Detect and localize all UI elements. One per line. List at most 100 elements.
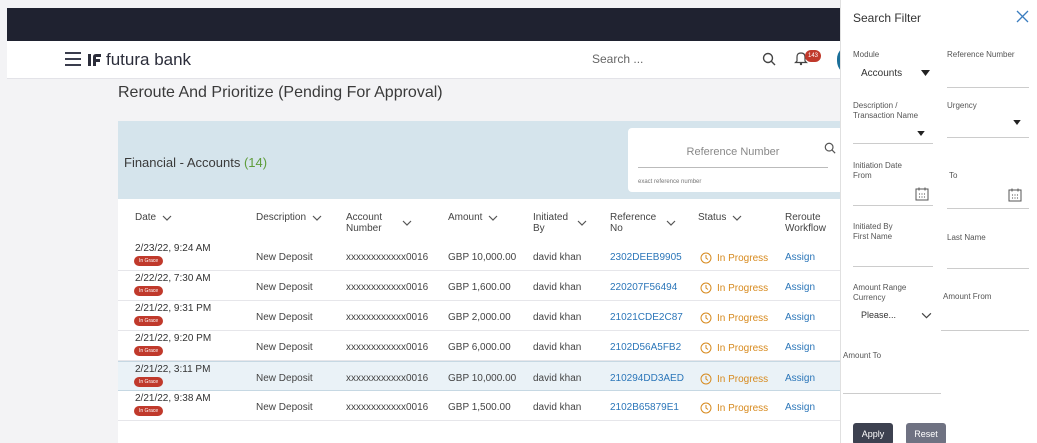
calendar-icon[interactable] bbox=[1008, 188, 1022, 202]
section-title-text: Financial - Accounts bbox=[124, 155, 241, 170]
assign-link[interactable]: Assign bbox=[785, 342, 815, 353]
first-name-field[interactable] bbox=[853, 266, 933, 267]
table-row[interactable]: 2/21/22, 9:38 AM In Grace New Deposit xx… bbox=[118, 391, 848, 421]
module-select[interactable]: Accounts bbox=[861, 68, 902, 79]
row-reference-link[interactable]: 2302DEEB9905 bbox=[610, 252, 682, 263]
reference-number-field[interactable] bbox=[947, 87, 1029, 88]
reference-number-input[interactable]: Reference Number bbox=[638, 146, 828, 168]
currency-select[interactable]: Please... bbox=[861, 310, 896, 320]
column-header-status[interactable]: Status bbox=[698, 212, 742, 223]
last-name-label: Last Name bbox=[947, 233, 986, 242]
row-reference-link[interactable]: 2102D56A5FB2 bbox=[610, 342, 681, 353]
row-initiated-by: david khan bbox=[533, 402, 582, 413]
column-header-reroute-workflow[interactable]: Reroute Workflow bbox=[785, 212, 835, 234]
row-date: 2/21/22, 9:31 PM bbox=[135, 303, 212, 314]
search-filter-panel: Search Filter Module Accounts Reference … bbox=[840, 0, 1037, 443]
status-text: In Progress bbox=[717, 373, 769, 385]
assign-link[interactable]: Assign bbox=[785, 373, 815, 384]
column-header-initiated-by[interactable]: Initiated By bbox=[533, 212, 587, 234]
column-label: Amount bbox=[448, 212, 483, 223]
description-label: Description / Transaction Name bbox=[853, 101, 918, 121]
initiated-by-label-line2: First Name bbox=[853, 232, 893, 241]
status-text: In Progress bbox=[717, 342, 769, 354]
calendar-icon[interactable] bbox=[915, 187, 929, 201]
column-label-line1: Reroute bbox=[785, 212, 821, 223]
caret-down-icon[interactable] bbox=[921, 70, 930, 76]
section-title: Financial - Accounts (14) bbox=[124, 155, 267, 170]
chevron-down-icon bbox=[577, 220, 587, 226]
brand-logo[interactable]: futura bank bbox=[87, 50, 191, 70]
clock-icon bbox=[700, 282, 712, 294]
reset-button[interactable]: Reset bbox=[906, 423, 946, 443]
description-select[interactable] bbox=[853, 143, 933, 144]
menu-icon[interactable] bbox=[65, 52, 81, 66]
in-grace-badge: In Grace bbox=[134, 256, 164, 266]
row-date: 2/22/22, 7:30 AM bbox=[135, 273, 211, 284]
in-grace-badge: In Grace bbox=[134, 286, 164, 296]
row-amount: GBP 10,000.00 bbox=[448, 373, 517, 384]
table-row[interactable]: 2/21/22, 9:20 PM In Grace New Deposit xx… bbox=[118, 331, 848, 361]
column-header-date[interactable]: Date bbox=[135, 212, 172, 223]
row-date: 2/21/22, 3:11 PM bbox=[135, 364, 211, 375]
row-amount: GBP 1,500.00 bbox=[448, 402, 511, 413]
chevron-down-icon[interactable] bbox=[921, 312, 932, 319]
global-search-input[interactable]: Search ... bbox=[592, 52, 643, 66]
row-reference-link[interactable]: 21021CDE2C87 bbox=[610, 312, 683, 323]
row-initiated-by: david khan bbox=[533, 252, 582, 263]
reference-hint: exact reference number bbox=[638, 179, 702, 185]
initiated-by-label: Initiated By First Name bbox=[853, 222, 893, 242]
chevron-down-icon bbox=[312, 215, 322, 221]
reference-search-box[interactable]: Reference Number exact reference number bbox=[628, 128, 848, 192]
column-header-reference-no[interactable]: Reference No bbox=[610, 212, 676, 234]
table-row[interactable]: 2/22/22, 7:30 AM In Grace New Deposit xx… bbox=[118, 271, 848, 301]
chevron-down-icon bbox=[489, 215, 498, 221]
urgency-select[interactable] bbox=[947, 137, 1029, 138]
brand-name: futura bank bbox=[106, 50, 192, 69]
chevron-down-icon bbox=[732, 215, 742, 221]
caret-down-icon[interactable] bbox=[917, 131, 925, 136]
row-account-number: xxxxxxxxxxxx0016 bbox=[346, 252, 429, 263]
assign-link[interactable]: Assign bbox=[785, 402, 815, 413]
column-header-account-number[interactable]: Account Number bbox=[346, 212, 412, 234]
caret-down-icon[interactable] bbox=[1013, 120, 1021, 125]
status-text: In Progress bbox=[717, 252, 769, 264]
row-status: In Progress bbox=[700, 282, 768, 294]
column-header-description[interactable]: Description bbox=[256, 212, 322, 223]
table-row[interactable]: 2/23/22, 9:24 AM In Grace New Deposit xx… bbox=[118, 241, 848, 271]
clock-icon bbox=[700, 312, 712, 324]
assign-link[interactable]: Assign bbox=[785, 252, 815, 263]
page-title: Reroute And Prioritize (Pending For Appr… bbox=[118, 84, 443, 101]
to-date-field[interactable] bbox=[947, 208, 1029, 209]
initiation-date-label-line2: From bbox=[853, 171, 872, 180]
chevron-down-icon bbox=[162, 215, 172, 221]
filter-panel-title: Search Filter bbox=[853, 11, 922, 25]
row-description: New Deposit bbox=[256, 373, 313, 384]
reference-search-icon[interactable] bbox=[824, 142, 836, 154]
amount-from-field[interactable] bbox=[941, 330, 1029, 331]
last-name-field[interactable] bbox=[947, 268, 1029, 269]
column-header-amount[interactable]: Amount bbox=[448, 212, 498, 223]
row-reference-link[interactable]: 210294DD3AED bbox=[610, 373, 684, 384]
row-amount: GBP 2,000.00 bbox=[448, 312, 511, 323]
column-label-line1: Reference bbox=[610, 212, 657, 223]
row-reference-link[interactable]: 220207F56494 bbox=[610, 282, 677, 293]
search-icon[interactable] bbox=[762, 52, 776, 66]
chevron-down-icon bbox=[666, 220, 676, 226]
initiation-date-from-field[interactable] bbox=[853, 205, 933, 206]
row-status: In Progress bbox=[700, 342, 768, 354]
row-initiated-by: david khan bbox=[533, 342, 582, 353]
close-icon[interactable] bbox=[1016, 10, 1029, 23]
row-description: New Deposit bbox=[256, 282, 313, 293]
initiated-by-label-line1: Initiated By bbox=[853, 222, 893, 231]
assign-link[interactable]: Assign bbox=[785, 312, 815, 323]
assign-link[interactable]: Assign bbox=[785, 282, 815, 293]
row-amount: GBP 6,000.00 bbox=[448, 342, 511, 353]
amount-to-field[interactable] bbox=[843, 393, 941, 394]
in-grace-badge: In Grace bbox=[134, 377, 164, 387]
apply-button[interactable]: Apply bbox=[853, 423, 893, 443]
status-text: In Progress bbox=[717, 282, 769, 294]
row-amount: GBP 10,000.00 bbox=[448, 252, 517, 263]
table-row[interactable]: 2/21/22, 3:11 PM In Grace New Deposit xx… bbox=[118, 361, 848, 391]
table-row[interactable]: 2/21/22, 9:31 PM In Grace New Deposit xx… bbox=[118, 301, 848, 331]
row-reference-link[interactable]: 2102B65879E1 bbox=[610, 402, 679, 413]
